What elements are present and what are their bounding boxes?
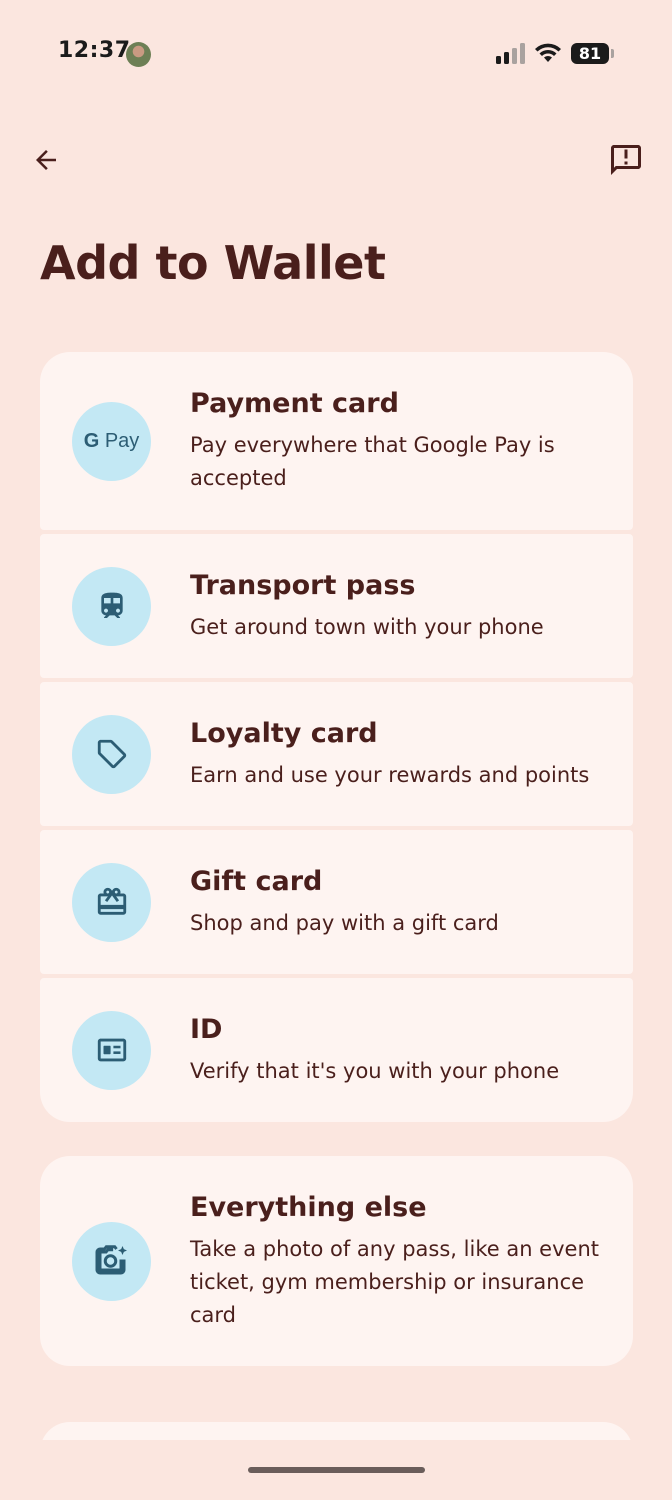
option-description: Verify that it's you with your phone bbox=[190, 1058, 560, 1083]
option-title: Payment card bbox=[190, 388, 399, 419]
option-description: Earn and use your rewards and points bbox=[190, 762, 590, 787]
camera-sparkle-icon bbox=[72, 1221, 151, 1301]
arrow-back-icon bbox=[36, 150, 56, 170]
id-option[interactable]: ID Verify that it's you with your phone bbox=[40, 978, 633, 1122]
option-title: ID bbox=[190, 1013, 223, 1045]
battery-indicator: 81 bbox=[571, 43, 609, 64]
payment-card-option[interactable]: G Pay Payment card Pay everywhere that G… bbox=[40, 352, 633, 530]
google-pay-g: G bbox=[83, 429, 100, 452]
cellular-signal-icon bbox=[496, 42, 526, 64]
wallet-options-list: G Pay Payment card Pay everywhere that G… bbox=[40, 352, 633, 1122]
avatar bbox=[126, 42, 151, 67]
google-pay-text: Pay bbox=[104, 429, 140, 452]
google-pay-icon: G Pay bbox=[72, 401, 151, 481]
feedback-button[interactable] bbox=[602, 136, 650, 184]
status-bar: 12:37 81 bbox=[0, 0, 672, 110]
id-card-icon bbox=[72, 1010, 151, 1090]
option-title: Gift card bbox=[190, 865, 323, 897]
option-description: Shop and pay with a gift card bbox=[190, 910, 499, 935]
gift-card-icon bbox=[72, 862, 151, 942]
wifi-icon bbox=[535, 43, 561, 62]
tag-heart-icon bbox=[72, 714, 151, 794]
page-title: Add to Wallet bbox=[40, 236, 386, 290]
battery-tip bbox=[611, 49, 614, 58]
option-title: Everything else bbox=[190, 1191, 427, 1223]
option-title: Transport pass bbox=[190, 569, 416, 601]
option-description: Get around town with your phone bbox=[190, 614, 544, 639]
back-button[interactable] bbox=[22, 136, 70, 184]
loyalty-card-option[interactable]: Loyalty card Earn and use your rewards a… bbox=[40, 682, 633, 826]
gift-card-option[interactable]: Gift card Shop and pay with a gift card bbox=[40, 830, 633, 974]
transport-pass-option[interactable]: Transport pass Get around town with your… bbox=[40, 534, 633, 678]
feedback-icon bbox=[611, 145, 641, 175]
everything-else-option[interactable]: Everything else Take a photo of any pass… bbox=[40, 1156, 633, 1366]
everything-else-group: Everything else Take a photo of any pass… bbox=[40, 1156, 633, 1366]
option-title: Loyalty card bbox=[190, 717, 378, 749]
option-description: Take a photo of any pass, like an event … bbox=[190, 1236, 599, 1327]
option-description: Pay everywhere that Google Pay is accept… bbox=[190, 433, 555, 490]
status-time: 12:37 bbox=[58, 38, 131, 63]
home-indicator[interactable] bbox=[248, 1467, 425, 1473]
train-icon bbox=[72, 566, 151, 646]
